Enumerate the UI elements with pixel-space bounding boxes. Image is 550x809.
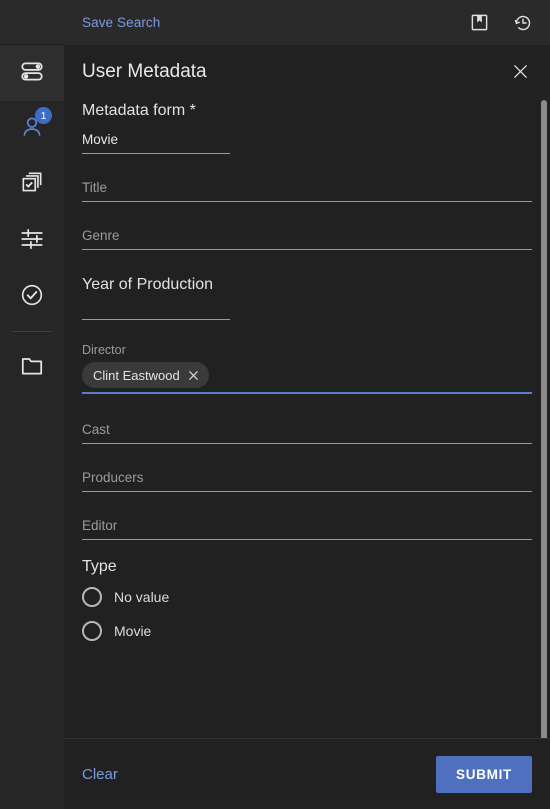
genre-placeholder: Genre bbox=[82, 228, 120, 243]
sidebar-item-filters[interactable] bbox=[0, 213, 64, 269]
dialog-footer: Clear SUBMIT bbox=[64, 738, 550, 809]
top-bar: Save Search bbox=[64, 0, 550, 45]
title-placeholder: Title bbox=[82, 180, 108, 195]
sidebar-item-collections[interactable] bbox=[0, 157, 64, 213]
left-rail: 1 bbox=[0, 45, 64, 809]
metadata-form-label: Metadata form * bbox=[82, 102, 196, 119]
field-underline bbox=[82, 490, 532, 492]
year-of-production-label: Year of Production bbox=[82, 276, 214, 293]
rail-divider bbox=[12, 331, 52, 332]
field-underline bbox=[82, 249, 532, 250]
topbar-left-filler bbox=[0, 0, 64, 45]
check-circle-icon bbox=[19, 282, 45, 313]
tune-sliders-icon bbox=[19, 226, 45, 257]
user-badge-count: 1 bbox=[35, 107, 52, 124]
save-search-link[interactable]: Save Search bbox=[82, 15, 160, 30]
radio-label: Movie bbox=[114, 622, 152, 639]
page-title: User Metadata bbox=[82, 60, 207, 82]
dialog-scroll-body: Metadata form * Movie Title Genre Year o… bbox=[64, 98, 550, 738]
toggles-icon bbox=[19, 58, 45, 89]
stacked-cards-check-icon bbox=[19, 170, 45, 201]
radio-option-no-value[interactable]: No value bbox=[82, 580, 532, 614]
field-title[interactable]: Title bbox=[82, 178, 532, 202]
clear-button[interactable]: Clear bbox=[82, 766, 118, 783]
type-group-label: Type bbox=[82, 557, 117, 575]
field-underline bbox=[82, 153, 230, 154]
director-label: Director bbox=[82, 343, 126, 357]
radio-label: No value bbox=[114, 588, 170, 605]
dialog-header: User Metadata bbox=[64, 45, 550, 98]
sidebar-item-toggles[interactable] bbox=[0, 45, 64, 101]
radio-circle-icon bbox=[82, 586, 102, 607]
editor-placeholder: Editor bbox=[82, 517, 118, 533]
user-metadata-dialog: User Metadata Metadata form * Movie Titl… bbox=[64, 45, 550, 809]
year-input-area bbox=[82, 296, 230, 315]
scrollbar-thumb[interactable] bbox=[541, 100, 547, 738]
radio-option-movie[interactable]: Movie bbox=[82, 614, 532, 648]
radio-circle-icon bbox=[82, 620, 102, 641]
field-underline bbox=[82, 538, 532, 540]
sidebar-item-approved[interactable] bbox=[0, 269, 64, 325]
cast-placeholder: Cast bbox=[82, 421, 110, 437]
chip-director[interactable]: Clint Eastwood bbox=[82, 362, 209, 388]
field-cast[interactable]: Cast bbox=[82, 420, 532, 444]
field-director[interactable]: Director Clint Eastwood bbox=[82, 342, 532, 394]
field-producers[interactable]: Producers bbox=[82, 468, 532, 492]
sidebar-item-folder[interactable] bbox=[0, 340, 64, 396]
sidebar-item-user[interactable]: 1 bbox=[0, 101, 64, 157]
field-genre[interactable]: Genre bbox=[82, 226, 532, 250]
bookmark-icon[interactable] bbox=[464, 8, 494, 38]
history-icon[interactable] bbox=[508, 8, 538, 38]
submit-button[interactable]: SUBMIT bbox=[436, 755, 532, 793]
app-root: Save Search 1 User Metadata Metadata for… bbox=[0, 0, 550, 809]
field-editor[interactable]: Editor bbox=[82, 516, 532, 540]
chip-label: Clint Eastwood bbox=[93, 367, 180, 383]
director-chip-list: Clint Eastwood bbox=[82, 362, 532, 388]
field-year-of-production[interactable]: Year of Production bbox=[82, 274, 230, 320]
close-icon[interactable] bbox=[506, 58, 534, 86]
form-container: Metadata form * Movie Title Genre Year o… bbox=[82, 102, 532, 658]
scrollbar[interactable] bbox=[540, 98, 548, 738]
field-form-type[interactable]: Movie bbox=[82, 130, 230, 154]
producers-placeholder: Producers bbox=[82, 469, 144, 485]
type-radio-group: No value Movie bbox=[82, 580, 532, 648]
topbar-icon-group bbox=[464, 8, 538, 38]
chip-remove-icon[interactable] bbox=[187, 369, 200, 382]
folder-icon bbox=[19, 353, 45, 384]
field-underline-focused bbox=[82, 392, 532, 394]
field-underline bbox=[82, 442, 532, 444]
field-underline bbox=[82, 319, 230, 320]
field-underline bbox=[82, 201, 532, 202]
form-type-value: Movie bbox=[82, 132, 119, 147]
